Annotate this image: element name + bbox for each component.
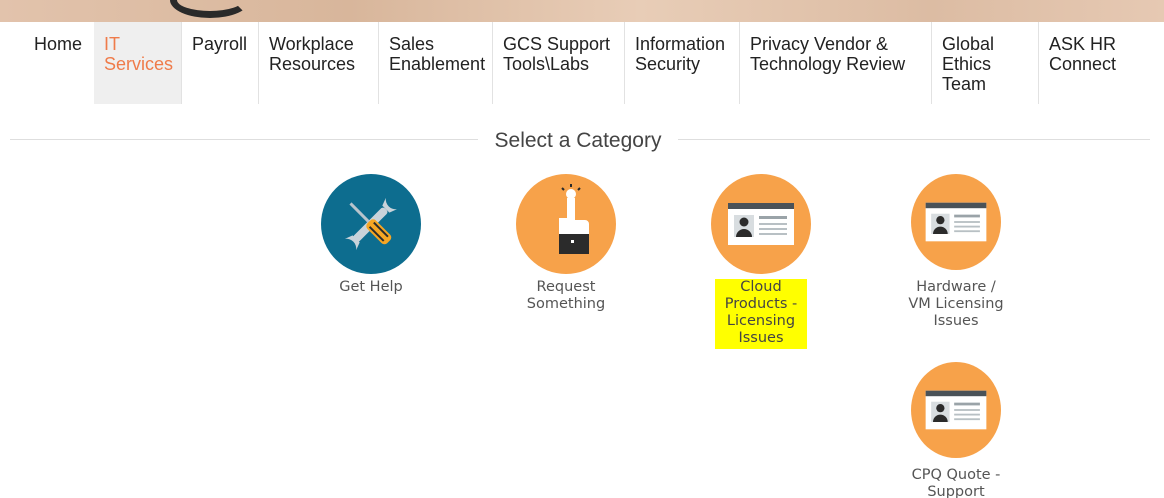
id-card-icon — [711, 174, 811, 274]
nav-item-label: Workplace Resources — [269, 34, 356, 74]
banner-cable-decoration — [170, 0, 250, 18]
id-card-icon — [911, 362, 1001, 458]
nav-item-label: ASK HR Connect — [1049, 34, 1117, 74]
hand-pointer-icon — [516, 174, 616, 274]
nav-item-information-security[interactable]: Information Security — [624, 22, 739, 104]
section-divider-left — [10, 139, 478, 140]
category-label: Cloud Products - Licensing Issues — [715, 279, 807, 349]
nav-item-sales-enablement[interactable]: Sales Enablement — [378, 22, 492, 104]
category-hardware-vm-licensing-issues[interactable]: Hardware / VM Licensing Issues — [876, 174, 1036, 330]
nav-item-privacy-vendor-technology-review[interactable]: Privacy Vendor & Technology Review — [739, 22, 931, 104]
id-card-icon — [911, 174, 1001, 270]
nav-item-ask-hr-connect[interactable]: ASK HR Connect — [1038, 22, 1164, 104]
category-label: Get Help — [339, 279, 403, 295]
section-divider-right — [678, 139, 1150, 140]
nav-item-label: Global Ethics Team — [942, 34, 995, 94]
nav-item-label: GCS Support Tools\Labs — [503, 34, 611, 74]
nav-item-label: Sales Enablement — [389, 34, 486, 74]
nav-item-label: Information Security — [635, 34, 726, 74]
header-banner-image — [0, 0, 1164, 22]
nav-item-label: Payroll — [192, 34, 248, 54]
category-request-something[interactable]: Request Something — [486, 174, 646, 313]
category-cloud-products-licensing-issues[interactable]: Cloud Products - Licensing Issues — [681, 174, 841, 349]
nav-item-it-services[interactable]: IT Services — [94, 22, 181, 104]
nav-item-home[interactable]: Home — [24, 22, 92, 104]
nav-item-workplace-resources[interactable]: Workplace Resources — [258, 22, 378, 104]
nav-item-label: Home — [34, 34, 83, 54]
nav-item-gcs-support-tools-labs[interactable]: GCS Support Tools\Labs — [492, 22, 624, 104]
top-navigation: Home IT Services Payroll Workplace Resou… — [0, 22, 1164, 104]
category-get-help[interactable]: Get Help — [291, 174, 451, 296]
category-label: CPQ Quote - Support — [911, 467, 1001, 498]
category-label: Hardware / VM Licensing Issues — [908, 279, 1004, 329]
nav-item-global-ethics-team[interactable]: Global Ethics Team — [931, 22, 1038, 104]
nav-item-label: Privacy Vendor & Technology Review — [750, 34, 906, 74]
nav-item-label: IT Services — [104, 34, 174, 74]
nav-item-payroll[interactable]: Payroll — [181, 22, 258, 104]
section-title: Select a Category — [494, 129, 662, 152]
category-cpq-quote-support[interactable]: CPQ Quote - Support — [876, 362, 1036, 498]
wrench-screwdriver-icon — [321, 174, 421, 274]
category-label: Request Something — [526, 279, 606, 312]
